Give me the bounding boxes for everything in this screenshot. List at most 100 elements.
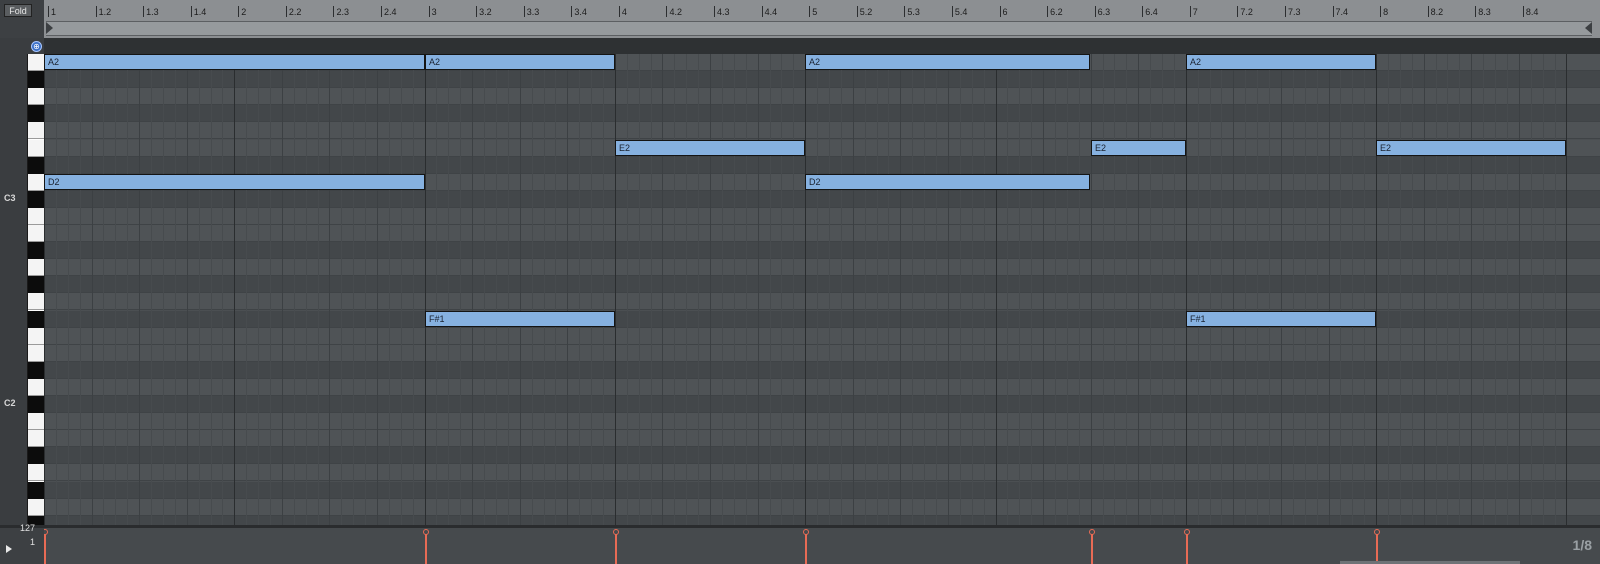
play-icon[interactable] — [6, 545, 12, 553]
midi-note[interactable]: E2 — [1091, 140, 1186, 156]
piano-keyboard[interactable] — [27, 54, 45, 550]
ruler-tick — [1332, 6, 1334, 17]
black-key[interactable] — [28, 447, 45, 465]
white-key[interactable] — [28, 122, 45, 140]
grid-line — [1495, 54, 1496, 525]
velocity-stem[interactable] — [425, 534, 427, 564]
ruler-tick — [999, 6, 1001, 17]
velocity-handle[interactable] — [1184, 529, 1190, 535]
loop-end-marker-icon[interactable] — [1585, 22, 1592, 34]
midi-note[interactable]: E2 — [1376, 140, 1566, 156]
black-key[interactable] — [28, 242, 45, 260]
black-key[interactable] — [28, 361, 45, 379]
white-key[interactable] — [28, 88, 45, 106]
grid-line — [1269, 54, 1270, 525]
black-key[interactable] — [28, 481, 45, 499]
velocity-handle[interactable] — [1089, 529, 1095, 535]
white-key[interactable] — [28, 173, 45, 191]
velocity-stem[interactable] — [1186, 534, 1188, 564]
pitch-row — [44, 122, 1600, 140]
pitch-row — [44, 361, 1600, 379]
grid-line — [1079, 54, 1080, 525]
midi-note[interactable]: A2 — [44, 54, 425, 70]
loop-start-marker-icon[interactable] — [46, 22, 53, 34]
midi-note[interactable]: A2 — [805, 54, 1090, 70]
velocity-stem[interactable] — [1091, 534, 1093, 564]
ruler-tick — [1380, 6, 1382, 17]
black-key[interactable] — [28, 396, 45, 414]
velocity-handle[interactable] — [803, 529, 809, 535]
beat-time-ruler[interactable]: 1 1.2 1.3 1.4 2 2.2 2.3 2.4 3 3.2 3.3 3.4 4 4.2 4.3 4.4… — [44, 0, 1600, 39]
velocity-stem[interactable] — [44, 534, 46, 564]
grid-line — [579, 54, 580, 525]
ruler-label: 4.3 — [717, 7, 730, 17]
scroll-to-notes-icon[interactable]: ⊕ — [31, 41, 42, 52]
black-key[interactable] — [28, 156, 45, 174]
white-key[interactable] — [28, 430, 45, 448]
white-key[interactable] — [28, 378, 45, 396]
white-key[interactable] — [28, 259, 45, 277]
black-key[interactable] — [28, 276, 45, 294]
white-key[interactable] — [28, 293, 45, 311]
black-key[interactable] — [28, 310, 45, 328]
note-grid[interactable]: G#3G#3G#3F#3F#3F#3F#3E3E3E3D3D3C#3C#3B2B… — [44, 54, 1600, 525]
grid-line — [389, 54, 390, 525]
midi-note[interactable]: F#1 — [425, 311, 615, 327]
velocity-editor[interactable] — [44, 528, 1600, 564]
grid-line — [532, 54, 533, 525]
ruler-tick — [190, 6, 192, 17]
grid-line — [1091, 54, 1092, 525]
loop-brace[interactable] — [46, 21, 1592, 36]
midi-note[interactable]: D2 — [44, 174, 425, 190]
white-key[interactable] — [28, 464, 45, 482]
ruler-tick — [1142, 6, 1144, 17]
white-key[interactable] — [28, 139, 45, 157]
grid-line — [1566, 54, 1567, 525]
grid-line — [603, 54, 604, 525]
white-key[interactable] — [28, 207, 45, 225]
grid-line — [1519, 54, 1520, 525]
fold-button[interactable]: Fold — [4, 4, 32, 17]
grid-line — [1388, 54, 1389, 525]
white-key[interactable] — [28, 225, 45, 243]
grid-line — [270, 54, 271, 525]
velocity-stem[interactable] — [805, 534, 807, 564]
grid-line — [865, 54, 866, 525]
grid-line — [651, 54, 652, 525]
black-key[interactable] — [28, 105, 45, 123]
ruler-tick — [856, 6, 858, 17]
black-key[interactable] — [28, 71, 45, 89]
grid-line — [662, 54, 663, 525]
white-key[interactable] — [28, 54, 45, 72]
grid-line — [567, 54, 568, 525]
velocity-max-label: 127 — [20, 523, 36, 533]
ruler-label: 6.2 — [1050, 7, 1063, 17]
velocity-handle[interactable] — [423, 529, 429, 535]
midi-note[interactable]: A2 — [425, 54, 615, 70]
grid-line — [401, 54, 402, 525]
ruler-tick — [48, 6, 49, 17]
white-key[interactable] — [28, 498, 45, 516]
note-lane-header — [44, 38, 1600, 54]
pitch-row — [44, 88, 1600, 106]
velocity-min-label: 1 — [30, 537, 36, 547]
grid-line — [211, 54, 212, 525]
white-key[interactable] — [28, 327, 45, 345]
grid-line — [258, 54, 259, 525]
midi-note[interactable]: F#1 — [1186, 311, 1376, 327]
velocity-handle[interactable] — [613, 529, 619, 535]
velocity-stem[interactable] — [1376, 534, 1378, 564]
black-key[interactable] — [28, 190, 45, 208]
grid-line — [1233, 54, 1234, 525]
midi-note[interactable]: A2 — [1186, 54, 1376, 70]
white-key[interactable] — [28, 413, 45, 431]
velocity-handle[interactable] — [44, 529, 48, 535]
white-key[interactable] — [28, 344, 45, 362]
midi-note[interactable]: D2 — [805, 174, 1090, 190]
ruler-tick — [95, 6, 97, 17]
midi-note[interactable]: E2 — [615, 140, 805, 156]
ruler-label: 8.3 — [1478, 7, 1491, 17]
velocity-handle[interactable] — [1374, 529, 1380, 535]
velocity-stem[interactable] — [615, 534, 617, 564]
ruler-tick — [238, 6, 240, 17]
